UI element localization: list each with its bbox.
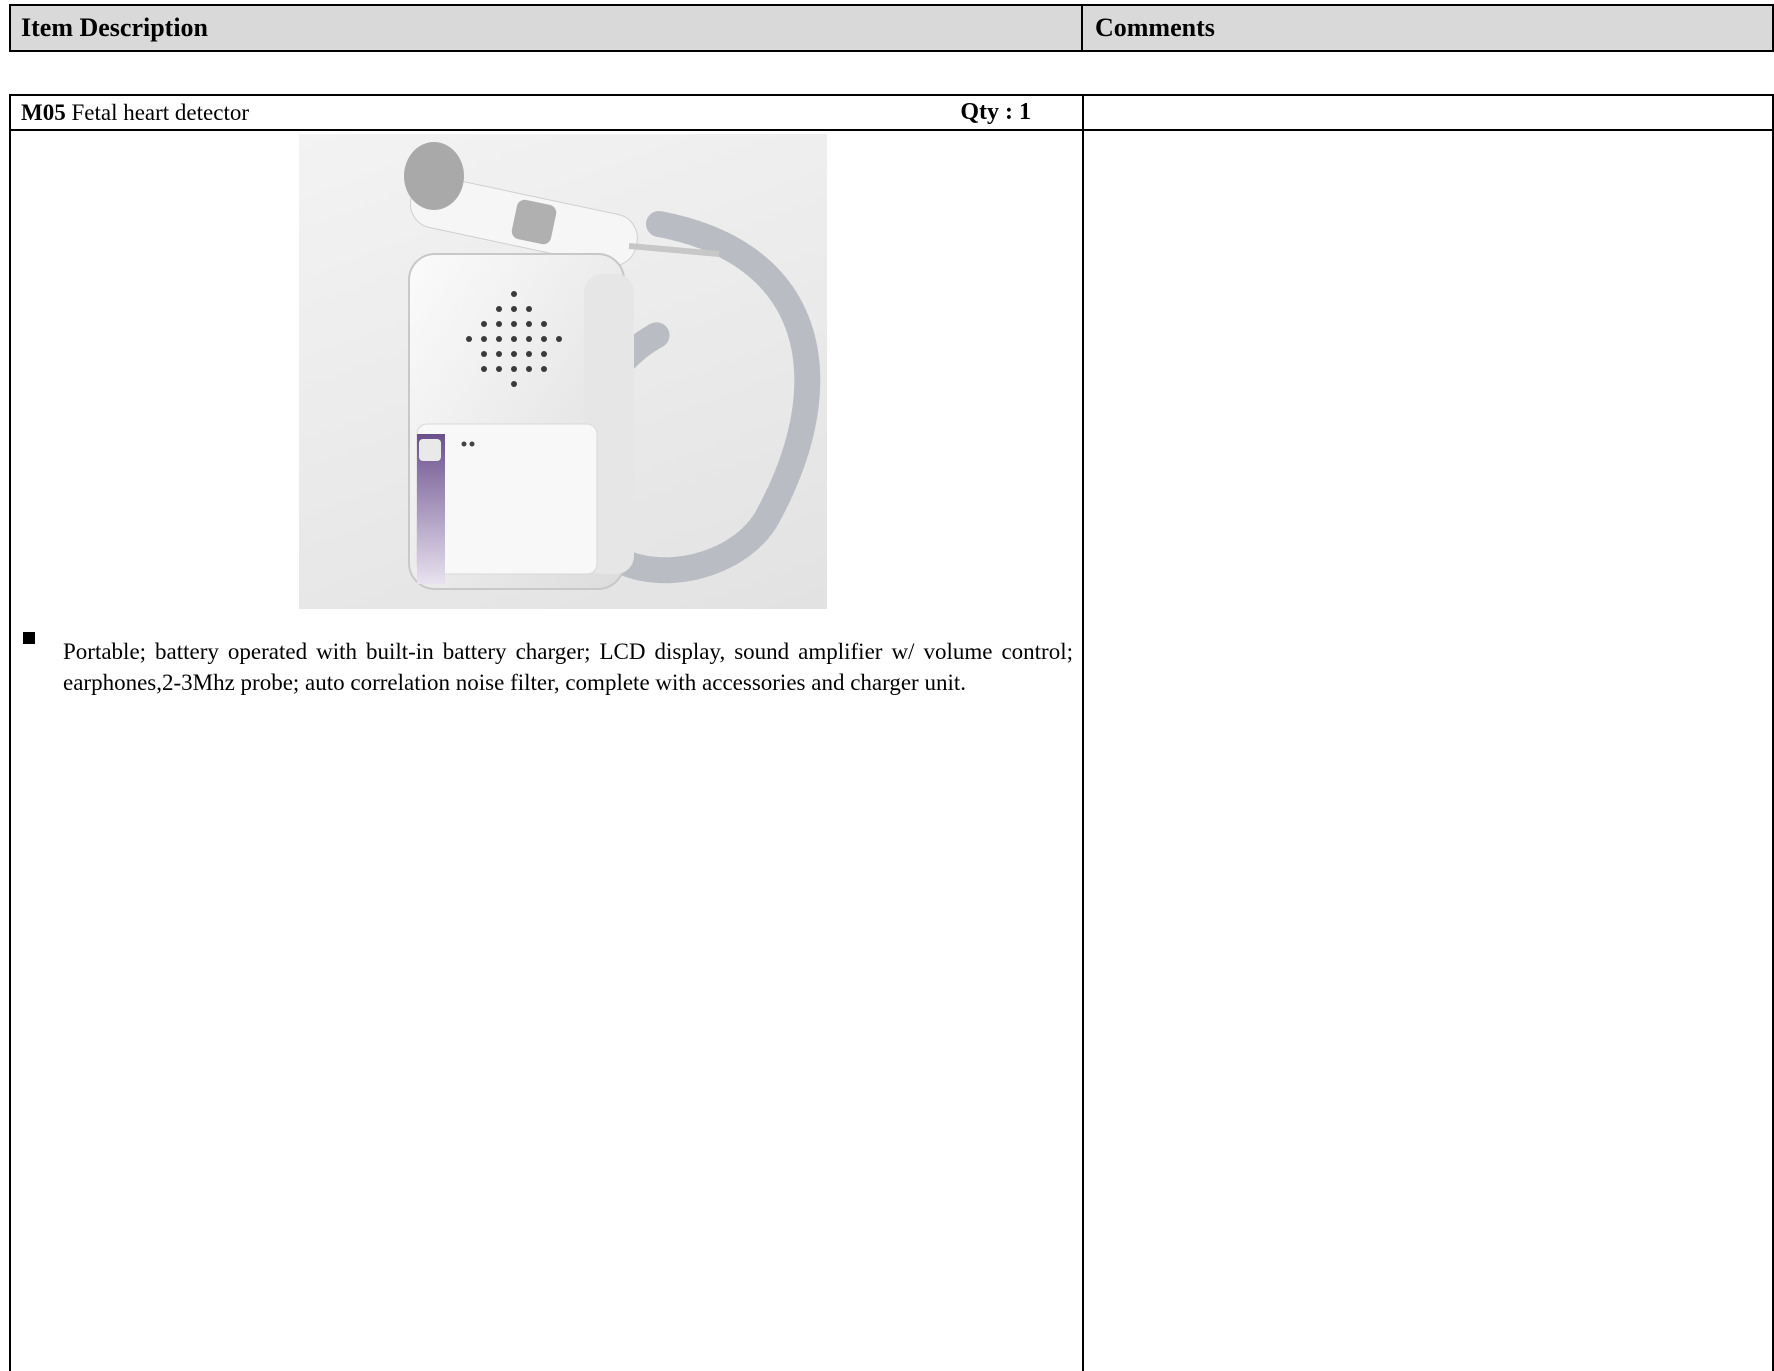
item-qty: Qty : 1	[960, 99, 1031, 125]
comments-cell[interactable]	[1084, 131, 1774, 1371]
bullet-icon	[23, 632, 35, 644]
product-image	[299, 134, 827, 609]
item-table: M05 Fetal heart detector Qty : 1 Portabl…	[9, 94, 1774, 1371]
item-name: Fetal heart detector	[65, 100, 249, 125]
header-comments: Comments	[1095, 13, 1215, 42]
item-code: M05	[21, 100, 66, 125]
table-header: Item Description Comments	[9, 4, 1774, 52]
item-description: Portable; battery operated with built-in…	[63, 639, 1073, 695]
item-title-row: M05 Fetal heart detector Qty : 1	[21, 96, 1071, 129]
header-divider	[1081, 6, 1083, 50]
header-item-description: Item Description	[21, 13, 209, 42]
